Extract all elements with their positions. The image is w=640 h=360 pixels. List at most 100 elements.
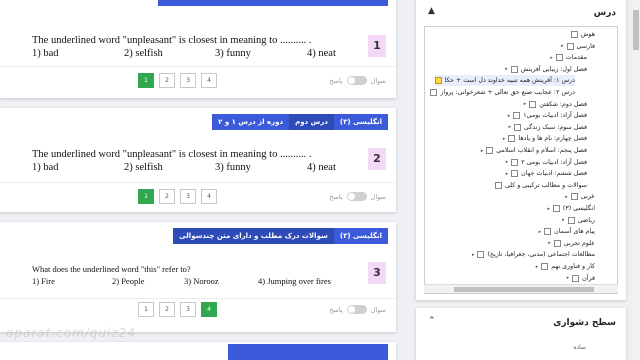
tree-node[interactable]: هوش [570,29,595,40]
page-button-3[interactable]: 3 [180,302,196,317]
expand-arrow-icon[interactable]: ▸ [536,229,542,235]
tree-checkbox[interactable] [510,65,518,73]
expand-arrow-icon[interactable]: ▸ [548,55,553,61]
page-button-1[interactable]: 1 [138,302,154,317]
tree-node[interactable]: ▸ فصل آزاد: ادبیات بومی۱ [505,110,587,121]
page-button-4[interactable]: 4 [201,302,217,317]
tree-node[interactable]: ▸ فصل پنجم: اسلام و انقلاب اسلامی [478,145,587,156]
toggle-switch[interactable] [346,192,367,201]
option-1[interactable]: 1) Fire [32,276,55,286]
tree-checkbox[interactable] [567,216,575,224]
tree-checkbox[interactable] [544,228,552,236]
horizontal-scrollbar[interactable] [424,284,618,293]
tree-node[interactable]: ▸ ریاضی [560,215,595,226]
option-2[interactable]: 2) People [112,276,144,286]
tree-checkbox[interactable] [552,205,560,212]
tree-checkbox[interactable] [514,123,522,131]
page-button-3[interactable]: 3 [180,73,196,88]
tree-node[interactable]: ▸ فصل چهارم: نام ها و یادها [500,133,587,144]
answer-toggle[interactable]: پاسخ سوال [329,305,386,314]
tree-checkbox[interactable] [572,274,580,282]
tree-checkbox[interactable] [513,112,521,120]
tree-checkbox[interactable] [511,170,519,178]
page-button-2[interactable]: 2 [159,73,175,88]
tree-checkbox[interactable] [566,42,574,50]
expand-arrow-icon[interactable]: ▸ [478,148,484,154]
page-button-2[interactable]: 2 [159,302,175,317]
expand-arrow-icon[interactable]: ▸ [563,194,568,200]
page-button-4[interactable]: 4 [201,189,217,204]
tree-checkbox[interactable] [477,251,485,259]
scrollbar-thumb[interactable] [633,10,639,50]
tree-node[interactable]: ▸ پیام های آسمان [536,226,595,237]
expand-arrow-icon[interactable]: ▸ [546,240,551,246]
tag-lesson[interactable]: درس دوم [289,114,334,130]
tag-review[interactable]: دوره از درس ۱ و ۲ [212,114,290,130]
tree-checkbox[interactable] [511,158,519,166]
tree-node[interactable]: ▸ فصل دوم: شکفتن [521,99,587,110]
answer-toggle[interactable]: پاسخ سوال [329,192,386,201]
toggle-switch[interactable] [346,76,367,85]
tree-checkbox[interactable] [486,147,494,154]
option-4[interactable]: 4) neat [307,162,336,173]
scrollbar-thumb[interactable] [454,287,594,292]
tree-checkbox[interactable] [570,193,578,201]
tree-node[interactable]: ▸ مقدمات [548,52,587,63]
option-1[interactable]: 1) bad [32,48,59,59]
option-3[interactable]: 3) funny [215,162,251,173]
tag-topic[interactable]: سوالات درک مطلب و دارای متن چندسوالی [173,228,334,244]
tree-node[interactable]: ▸ کار و فناوری نهم [533,261,595,272]
expand-arrow-icon[interactable]: ▸ [503,159,509,165]
tree-node[interactable]: ▸ فصل آزاد: ادبیات بومی ۲ [503,157,587,168]
chevron-up-icon[interactable]: ▲ [428,6,435,16]
tree-checkbox[interactable] [494,181,502,189]
tree-node[interactable]: سوالات و مطالب ترکیبی و کلی [494,180,587,191]
tree-checkbox[interactable] [555,54,563,62]
expand-arrow-icon[interactable]: ▸ [503,171,509,177]
tree-checkbox[interactable] [553,239,561,247]
tree-node[interactable]: درس ۲: عجایب صنع حق تعالی + شعرخوانی: پر… [430,87,575,98]
page-button-1[interactable]: 1 [138,73,154,88]
page-button-3[interactable]: 3 [180,189,196,204]
chevron-up-icon[interactable]: ⌃ [428,316,436,326]
difficulty-option[interactable]: ساده [573,344,586,351]
tree-node[interactable]: ▸ قرآن [564,273,595,284]
expand-arrow-icon[interactable]: ▸ [469,252,475,258]
tree-node[interactable]: ▸ فصل اول: زیبایی آفرینش [503,64,587,75]
tree-checkbox[interactable] [541,263,549,270]
expand-arrow-icon[interactable]: ▸ [505,113,511,119]
tree-node[interactable]: ▸ انگلیسی (۳) [545,203,595,214]
expand-arrow-icon[interactable]: ▸ [560,217,565,223]
tag[interactable] [228,344,388,360]
option-2[interactable]: 2) selfish [124,48,163,59]
option-3[interactable]: 3) Norooz [184,276,219,286]
answer-toggle[interactable]: پاسخ سوال [329,76,386,85]
tag[interactable] [158,0,388,6]
tree-checkbox[interactable] [430,89,438,96]
tree-checkbox[interactable] [570,31,578,38]
tree-checkbox[interactable] [508,135,516,143]
expand-arrow-icon[interactable]: ▸ [533,264,539,270]
tree-checkbox[interactable] [434,77,442,85]
page-button-2[interactable]: 2 [159,189,175,204]
tree-node[interactable]: ▸ فصل ششم: ادبیات جهان [503,168,587,179]
option-2[interactable]: 2) selfish [124,162,163,173]
expand-arrow-icon[interactable]: ▸ [500,136,506,142]
option-4[interactable]: 4) Jumping over fires [258,276,331,286]
expand-arrow-icon[interactable]: ▸ [521,101,527,107]
tree-node[interactable]: درس ۱: آفرینش همه تنبیه خداوند دل است + … [434,75,575,87]
expand-arrow-icon[interactable]: ▸ [506,124,512,130]
tree-node[interactable]: ▸ عربی [563,191,595,202]
tag-subject[interactable]: انگلیسی (۳) [333,228,388,244]
expand-arrow-icon[interactable]: ▸ [545,206,550,212]
expand-arrow-icon[interactable]: ▸ [559,43,564,49]
tree-node[interactable]: ▸ فصل سوم: سبک زندگی [506,122,587,133]
tag-subject[interactable]: انگلیسی (۳) [333,114,388,130]
tree-node[interactable]: ▸ مطالعات اجتماعی (مدنی، جغرافیا، تاریخ) [469,249,595,260]
tree-node[interactable]: ▸ فارسی [559,41,595,52]
option-1[interactable]: 1) bad [32,162,59,173]
toggle-switch[interactable] [346,305,367,314]
option-3[interactable]: 3) funny [215,48,251,59]
page-button-4[interactable]: 4 [201,73,217,88]
tree-node[interactable]: ▸ علوم تجربی [546,238,595,249]
